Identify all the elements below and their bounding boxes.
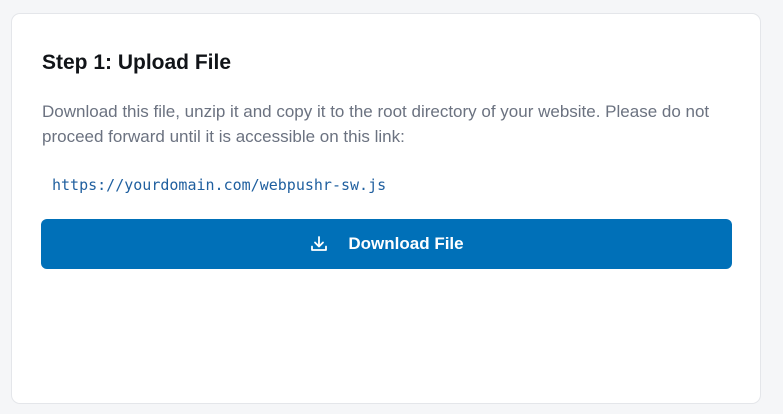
download-file-button[interactable]: Download File	[41, 219, 732, 269]
download-icon	[309, 234, 329, 254]
upload-step-card: Step 1: Upload File Download this file, …	[11, 13, 761, 404]
service-worker-url: https://yourdomain.com/webpushr-sw.js	[52, 176, 387, 194]
step-description: Download this file, unzip it and copy it…	[42, 102, 710, 146]
step-title: Step 1: Upload File	[42, 51, 232, 74]
download-button-label: Download File	[348, 234, 464, 253]
